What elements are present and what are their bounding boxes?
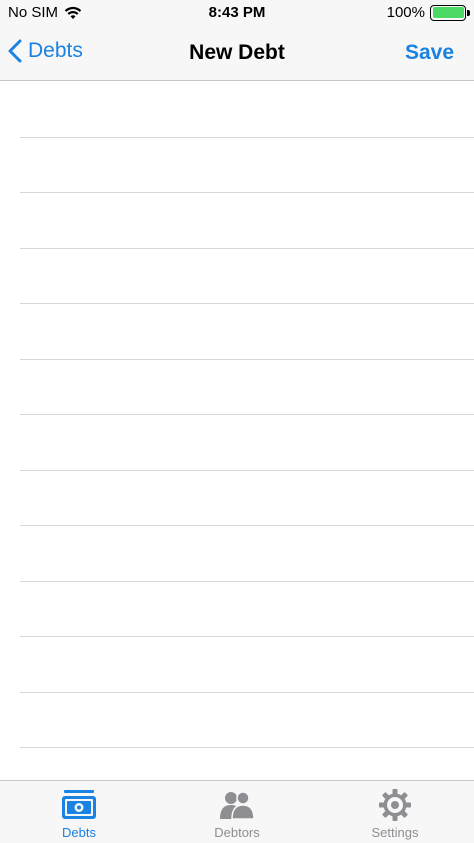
tab-debts[interactable]: Debts [0,781,158,843]
table-row[interactable] [20,526,474,582]
status-right: 100% [386,4,470,21]
tab-settings[interactable]: Settings [316,781,474,843]
navigation-bar: Debts New Debt Save [0,27,474,81]
status-bar: No SIM 8:43 PM 100% [0,0,474,27]
battery-cap [467,9,470,16]
money-icon [62,790,96,819]
page-title: New Debt [189,41,285,64]
table-row[interactable] [20,304,474,360]
table-row[interactable] [20,471,474,526]
tab-debtors[interactable]: Debtors [158,781,316,843]
gear-icon [379,789,411,821]
people-icon [220,791,255,820]
table-row[interactable] [20,249,474,304]
screen: No SIM 8:43 PM 100% Debts New Debt Save [0,0,474,843]
battery-fill [432,7,464,18]
tab-debtors-label: Debtors [214,825,260,840]
table-row[interactable] [20,82,474,138]
tab-bar: Debts Debtors Settings [0,780,474,843]
table-row[interactable] [20,193,474,249]
table-row[interactable] [20,637,474,693]
battery-percent: 100% [386,4,425,21]
table-row[interactable] [20,693,474,748]
save-button[interactable]: Save [405,41,454,65]
form-table [0,82,474,780]
table-row[interactable] [20,138,474,193]
table-row[interactable] [20,582,474,637]
tab-debts-label: Debts [62,825,96,840]
battery-icon [430,4,470,21]
table-row[interactable] [20,360,474,415]
tab-settings-label: Settings [371,825,419,840]
table-row[interactable] [20,415,474,471]
